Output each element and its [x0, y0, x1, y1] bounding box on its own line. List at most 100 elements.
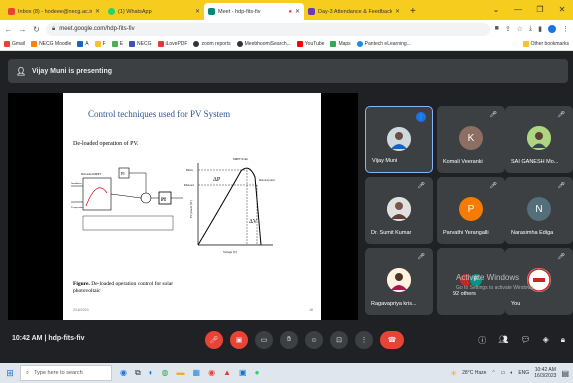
tab-attendance[interactable]: Day-3 Attendance & Feedback ✕ — [304, 3, 404, 20]
lock-icon[interactable]: 🔒︎ — [561, 335, 565, 346]
volume-icon[interactable]: 🔈︎ — [510, 370, 513, 376]
people-icon[interactable]: 👥︎ — [498, 335, 508, 346]
present-button[interactable]: ⊡ — [330, 331, 348, 349]
network-icon[interactable]: ▭ — [501, 370, 506, 376]
whatsapp-icon[interactable]: ● — [255, 368, 260, 378]
bookmark-youtube[interactable]: YouTube — [296, 41, 324, 47]
bookmark-gmail[interactable]: Gmail — [4, 41, 25, 47]
participant-tile[interactable]: 🎤︎ Ragavapriya kris... — [365, 248, 433, 315]
mic-off-icon: 🎤︎ — [557, 112, 565, 118]
chat-icon[interactable]: 💬︎ — [520, 335, 530, 346]
bookmark-moodle[interactable]: NECG Moodle — [31, 41, 71, 47]
captions-button[interactable]: ▭ — [255, 331, 273, 349]
star-icon[interactable]: ☆ — [517, 25, 523, 33]
leave-call-button[interactable]: ☎︎ — [380, 331, 404, 349]
hang-up-icon: ☎︎ — [387, 337, 397, 344]
participant-tile[interactable]: 🎤︎ SAI GANESH Mo... — [505, 106, 573, 173]
more-icon: ⋮ — [360, 337, 368, 344]
bookmark-pantech[interactable]: Pantech eLearning... — [356, 41, 411, 47]
mic-toggle-button[interactable]: 🎤︎ — [205, 331, 223, 349]
x-axis-label: Voltage (V) — [223, 250, 237, 254]
participant-tile[interactable]: 🎤︎ P Parvathi Yerangalli — [437, 177, 505, 244]
bookmark-zoom[interactable]: zoom reports — [193, 41, 231, 47]
bookmark-necg[interactable]: NECG — [129, 41, 152, 47]
chrome-icon[interactable]: ◍ — [162, 368, 169, 378]
tab-meet[interactable]: Meet - hdp-fits-fiv ● ✕ — [204, 3, 304, 20]
chevron-up-icon[interactable]: ⌃ — [491, 370, 495, 376]
chevron-down-icon[interactable]: ⌄ — [485, 0, 507, 20]
edge-icon[interactable]: ◐ — [149, 368, 154, 378]
slide-subtitle: De-loaded operation of PV. — [73, 141, 139, 147]
lock-icon[interactable]: 🔒︎ — [52, 26, 55, 33]
menu-icon[interactable]: ⋮ — [562, 25, 569, 33]
back-button[interactable]: ← — [4, 25, 13, 34]
avatar[interactable] — [548, 25, 556, 33]
gmail-icon — [4, 41, 10, 47]
bookmark-ilovepdf[interactable]: iLovePDF — [157, 41, 187, 47]
globe-icon — [356, 41, 363, 47]
captions-icon: ▭ — [260, 337, 268, 344]
store-icon[interactable]: ▦ — [193, 368, 201, 378]
notification-icon[interactable]: ▤ — [561, 369, 569, 378]
close-icon[interactable]: ✕ — [395, 8, 400, 15]
bookmark-icon — [129, 41, 136, 47]
close-window-button[interactable]: ✕ — [551, 0, 573, 20]
close-icon[interactable]: ✕ — [195, 8, 200, 15]
file-explorer-icon[interactable]: ▬ — [177, 368, 185, 378]
close-icon[interactable]: ✕ — [95, 8, 100, 15]
bookmark-meebhoomi[interactable]: MeebhoomiSearch... — [236, 41, 291, 47]
activities-icon[interactable]: ◈ — [543, 335, 549, 346]
task-view-icon[interactable]: ⧉ — [135, 368, 141, 378]
participant-tile[interactable]: 🎤︎ K Komali Veeranki — [437, 106, 505, 173]
participant-name: Narasimha Ediga — [511, 230, 554, 236]
weather-text[interactable]: 28°C Haze — [462, 370, 486, 376]
presenting-banner: 👤︎ Vijay Muni is presenting — [8, 59, 568, 83]
delta-p-label: ΔP — [213, 177, 221, 183]
emoji-button[interactable]: ☺ — [305, 331, 323, 349]
camera-toggle-button[interactable]: ▣ — [230, 331, 248, 349]
reload-button[interactable]: ↻ — [32, 25, 41, 34]
paint-icon[interactable]: ▲ — [223, 368, 231, 378]
maximize-button[interactable]: ❐ — [529, 0, 551, 20]
bookmark-f[interactable]: F — [94, 41, 106, 47]
download-icon[interactable]: ⤓ — [529, 25, 532, 33]
cortana-icon[interactable]: ◉ — [120, 368, 127, 378]
window-controls: ⌄ — ❐ ✕ — [485, 0, 573, 20]
share-icon[interactable]: ⇪ — [505, 25, 511, 33]
participant-tile[interactable]: 🎤︎ Dr. Sumit Kumar — [365, 177, 433, 244]
other-bookmarks[interactable]: Other bookmarks — [522, 41, 569, 47]
presentation-view[interactable]: Control techniques used for PV System De… — [8, 93, 358, 320]
participant-tile[interactable]: 🎤︎ N Narasimha Ediga — [505, 177, 573, 244]
raise-hand-button[interactable]: ✋︎ — [280, 331, 298, 349]
mic-off-icon: 🎤︎ — [557, 183, 565, 189]
avatar — [527, 126, 551, 150]
meeting-time: 10:42 AM — [12, 335, 43, 342]
side-controls: ⓘ 👥︎ 💬︎ ◈ 🔒︎ — [478, 335, 565, 346]
url-text: meet.google.com/hdp-fits-fiv — [59, 26, 135, 32]
outlook-icon[interactable]: ▣ — [239, 368, 247, 378]
participant-name: Dr. Sumit Kumar — [371, 230, 412, 236]
taskbar-clock[interactable]: 10:42 AM 16/3/2023 — [534, 367, 556, 379]
chrome-icon[interactable]: ◉ — [208, 368, 215, 378]
tab-gmail[interactable]: Inbox (8) - hodeee@necg.ac.in ✕ — [4, 3, 104, 20]
participant-tile[interactable]: ⋮ Vijay Muni — [365, 106, 433, 173]
bookmark-e[interactable]: E — [111, 41, 123, 47]
minimize-button[interactable]: — — [507, 0, 529, 20]
new-tab-button[interactable]: + — [404, 3, 422, 20]
more-options-button[interactable]: ⋮ — [355, 331, 373, 349]
bookmark-a[interactable]: A — [77, 41, 89, 47]
close-icon[interactable]: ✕ — [295, 8, 300, 15]
bookmark-icon — [111, 41, 118, 47]
tab-whatsapp[interactable]: (1) WhatsApp ✕ — [104, 3, 204, 20]
url-input[interactable]: 🔒︎ meet.google.com/hdp-fits-fiv — [46, 22, 490, 36]
forward-button[interactable]: → — [18, 25, 27, 34]
camera-icon[interactable]: ■ — [495, 25, 499, 33]
language-indicator[interactable]: ENG — [518, 370, 529, 376]
taskbar-search-input[interactable]: ⌕ Type here to search — [20, 365, 112, 381]
info-icon[interactable]: ⓘ — [478, 335, 486, 346]
bookmark-maps[interactable]: Maps — [330, 41, 351, 47]
search-placeholder: Type here to search — [34, 370, 83, 376]
windows-start-button[interactable]: ⊞ — [0, 368, 20, 379]
slide: Control techniques used for PV System De… — [63, 93, 321, 320]
sidebar-icon[interactable]: ▮ — [538, 25, 542, 33]
